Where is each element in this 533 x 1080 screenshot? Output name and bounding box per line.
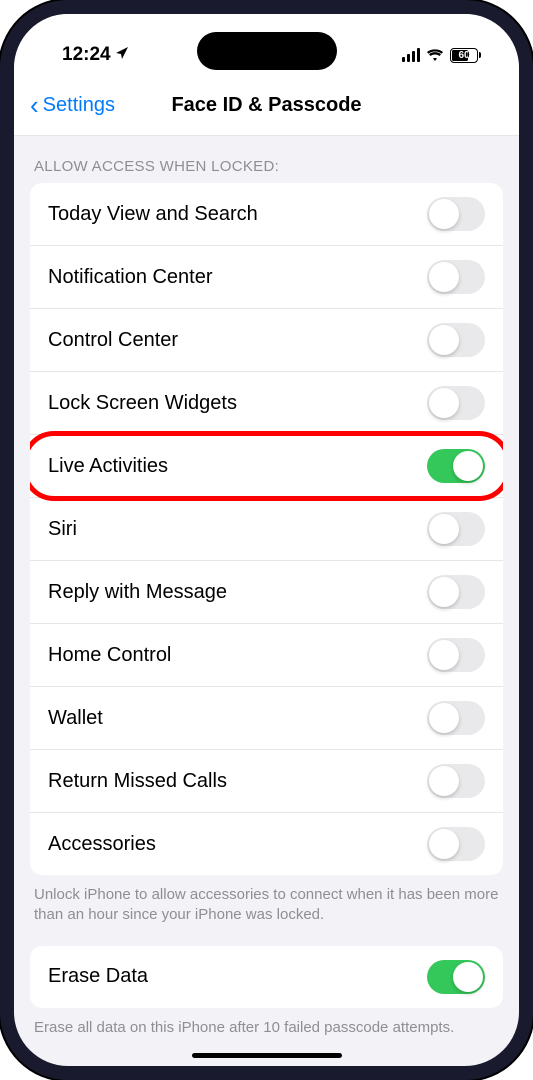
phone-frame: 12:24 60 bbox=[0, 0, 533, 1080]
toggle-knob bbox=[453, 962, 483, 992]
toggle-knob bbox=[429, 325, 459, 355]
settings-row: Control Center bbox=[30, 309, 503, 372]
dynamic-island bbox=[197, 32, 337, 70]
settings-row: Live Activities bbox=[30, 435, 503, 498]
back-label: Settings bbox=[43, 94, 115, 117]
battery-percent: 60 bbox=[458, 50, 469, 61]
toggle-knob bbox=[429, 577, 459, 607]
toggle-switch[interactable] bbox=[427, 449, 485, 483]
settings-row: Home Control bbox=[30, 624, 503, 687]
toggle-switch[interactable] bbox=[427, 638, 485, 672]
settings-row: Wallet bbox=[30, 687, 503, 750]
toggle-switch[interactable] bbox=[427, 764, 485, 798]
row-label: Control Center bbox=[48, 329, 178, 352]
battery-indicator: 60 bbox=[450, 48, 481, 63]
settings-row: Reply with Message bbox=[30, 561, 503, 624]
toggle-switch[interactable] bbox=[427, 575, 485, 609]
section-header-allow-access: ALLOW ACCESS WHEN LOCKED: bbox=[14, 136, 519, 183]
toggle-switch[interactable] bbox=[427, 960, 485, 994]
phone-screen: 12:24 60 bbox=[14, 14, 519, 1066]
toggle-switch[interactable] bbox=[427, 197, 485, 231]
toggle-knob bbox=[429, 640, 459, 670]
settings-row: Lock Screen Widgets bbox=[30, 372, 503, 435]
erase-data-footer: Erase all data on this iPhone after 10 f… bbox=[14, 1008, 519, 1058]
settings-row: Notification Center bbox=[30, 246, 503, 309]
cellular-signal-icon bbox=[402, 48, 420, 62]
navigation-bar: ‹ Settings Face ID & Passcode bbox=[14, 76, 519, 136]
erase-data-group: Erase Data bbox=[30, 946, 503, 1008]
toggle-knob bbox=[429, 766, 459, 796]
row-label: Wallet bbox=[48, 707, 103, 730]
status-time-group: 12:24 bbox=[62, 44, 129, 66]
toggle-knob bbox=[429, 388, 459, 418]
row-label: Today View and Search bbox=[48, 203, 258, 226]
row-label: Siri bbox=[48, 518, 77, 541]
settings-row: Today View and Search bbox=[30, 183, 503, 246]
wifi-icon bbox=[426, 48, 444, 62]
toggle-switch[interactable] bbox=[427, 512, 485, 546]
location-icon bbox=[115, 46, 129, 65]
toggle-knob bbox=[429, 829, 459, 859]
accessories-footer: Unlock iPhone to allow accessories to co… bbox=[14, 875, 519, 946]
settings-row: Accessories bbox=[30, 813, 503, 875]
toggle-switch[interactable] bbox=[427, 323, 485, 357]
toggle-knob bbox=[429, 703, 459, 733]
row-label: Erase Data bbox=[48, 965, 148, 988]
toggle-knob bbox=[429, 514, 459, 544]
status-indicators: 60 bbox=[402, 48, 481, 63]
back-button[interactable]: ‹ Settings bbox=[30, 90, 115, 121]
row-label: Accessories bbox=[48, 833, 156, 856]
settings-row: Return Missed Calls bbox=[30, 750, 503, 813]
toggle-switch[interactable] bbox=[427, 386, 485, 420]
toggle-switch[interactable] bbox=[427, 260, 485, 294]
page-title: Face ID & Passcode bbox=[171, 94, 361, 117]
chevron-left-icon: ‹ bbox=[30, 90, 39, 121]
toggle-switch[interactable] bbox=[427, 827, 485, 861]
row-label: Home Control bbox=[48, 644, 171, 667]
toggle-knob bbox=[429, 199, 459, 229]
status-time: 12:24 bbox=[62, 44, 111, 66]
row-label: Notification Center bbox=[48, 266, 213, 289]
row-label: Lock Screen Widgets bbox=[48, 392, 237, 415]
content-scroll[interactable]: ALLOW ACCESS WHEN LOCKED: Today View and… bbox=[14, 136, 519, 1066]
toggle-knob bbox=[429, 262, 459, 292]
settings-row: Erase Data bbox=[30, 946, 503, 1008]
row-label: Reply with Message bbox=[48, 581, 227, 604]
allow-access-group: Today View and Search Notification Center… bbox=[30, 183, 503, 875]
row-label: Live Activities bbox=[48, 455, 168, 478]
toggle-knob bbox=[453, 451, 483, 481]
row-label: Return Missed Calls bbox=[48, 770, 227, 793]
home-indicator[interactable] bbox=[192, 1053, 342, 1058]
toggle-switch[interactable] bbox=[427, 701, 485, 735]
settings-row: Siri bbox=[30, 498, 503, 561]
